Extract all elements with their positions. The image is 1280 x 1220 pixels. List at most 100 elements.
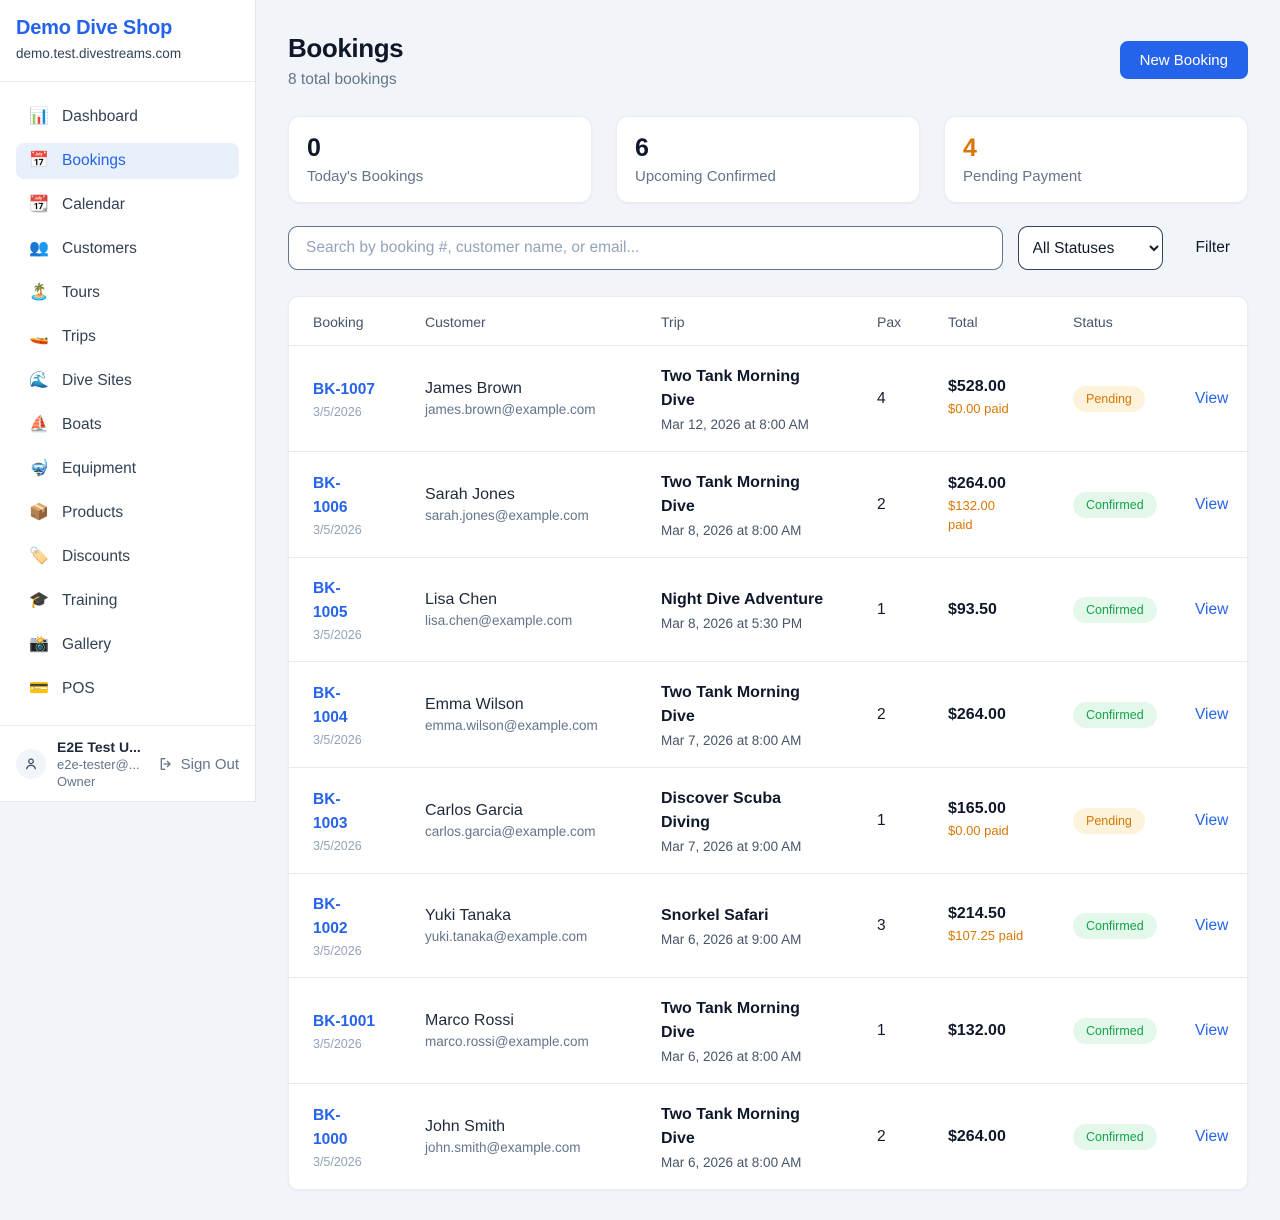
user-icon [23, 756, 39, 772]
trip-cell: Two Tank Morning Dive Mar 6, 2026 at 8:0… [661, 1103, 877, 1170]
booking-id-link[interactable]: BK- 1003 [313, 791, 347, 832]
status-badge: Confirmed [1073, 913, 1157, 939]
booking-id-link[interactable]: BK-1007 [313, 381, 375, 398]
diving-mask-icon: 🤿 [29, 461, 49, 477]
actions-cell: View [1195, 706, 1228, 724]
page-header: Bookings 8 total bookings New Booking [288, 33, 1248, 89]
table-header-row: Booking Customer Trip Pax Total Status [289, 297, 1247, 345]
booking-id-link[interactable]: BK-1001 [313, 1013, 375, 1030]
user-role: Owner [57, 774, 147, 789]
booking-cell: BK- 1006 3/5/2026 [313, 472, 425, 537]
view-link[interactable]: View [1195, 706, 1228, 723]
sidebar-nav: 📊 Dashboard 📅 Bookings 📆 Calendar 👥 Cust… [0, 82, 255, 725]
trip-name: Two Tank Morning Dive [661, 471, 877, 519]
stat-label: Upcoming Confirmed [635, 168, 901, 185]
stats-cards: 0 Today's Bookings 6 Upcoming Confirmed … [288, 116, 1248, 203]
sign-out-button[interactable]: Sign Out [158, 756, 239, 773]
paid-amount: $132.00 paid [948, 497, 1040, 535]
paid-amount: $107.25 paid [948, 927, 1040, 946]
sidebar-item-gallery[interactable]: 📸 Gallery [16, 627, 239, 663]
paid-amount: $0.00 paid [948, 400, 1040, 419]
sidebar-item-trips[interactable]: 🚤 Trips [16, 319, 239, 355]
credit-card-icon: 💳 [29, 681, 49, 697]
booking-id-link[interactable]: BK- 1006 [313, 475, 347, 516]
sidebar-footer: E2E Test U... e2e-tester@... Owner Sign … [0, 725, 255, 803]
column-header-booking: Booking [313, 314, 425, 330]
trip-name: Two Tank Morning Dive [661, 997, 877, 1045]
sidebar-item-boats[interactable]: ⛵ Boats [16, 407, 239, 443]
total-amount: $528.00 [948, 378, 1063, 396]
sidebar-item-dive-sites[interactable]: 🌊 Dive Sites [16, 363, 239, 399]
booking-cell: BK-1001 3/5/2026 [313, 1010, 425, 1051]
filter-bar: All Statuses Filter [288, 226, 1248, 270]
search-input[interactable] [288, 226, 1003, 270]
avatar [16, 749, 46, 779]
status-cell: Confirmed [1073, 1124, 1195, 1150]
booking-id-link[interactable]: BK- 1004 [313, 685, 347, 726]
status-filter-select[interactable]: All Statuses [1018, 226, 1163, 270]
table-row: BK- 1004 3/5/2026 Emma Wilson emma.wilso… [289, 661, 1247, 767]
total-amount: $214.50 [948, 905, 1063, 923]
booking-id-link[interactable]: BK- 1005 [313, 580, 347, 621]
view-link[interactable]: View [1195, 1128, 1228, 1145]
customer-email: james.brown@example.com [425, 402, 661, 417]
bar-chart-icon: 📊 [29, 109, 49, 125]
sidebar-item-equipment[interactable]: 🤿 Equipment [16, 451, 239, 487]
customer-cell: Emma Wilson emma.wilson@example.com [425, 696, 661, 733]
sidebar-item-products[interactable]: 📦 Products [16, 495, 239, 531]
column-header-total: Total [948, 314, 1073, 330]
view-link[interactable]: View [1195, 917, 1228, 934]
customer-cell: Lisa Chen lisa.chen@example.com [425, 591, 661, 628]
table-body: BK-1007 3/5/2026 James Brown james.brown… [289, 345, 1247, 1189]
total-amount: $93.50 [948, 601, 1063, 619]
total-cell: $264.00 [948, 1128, 1073, 1146]
customer-cell: Carlos Garcia carlos.garcia@example.com [425, 802, 661, 839]
customer-email: john.smith@example.com [425, 1140, 661, 1155]
user-name: E2E Test U... [57, 739, 147, 755]
sidebar-item-pos[interactable]: 💳 POS [16, 671, 239, 707]
view-link[interactable]: View [1195, 390, 1228, 407]
sidebar-item-calendar[interactable]: 📆 Calendar [16, 187, 239, 223]
sidebar-item-label: Tours [62, 284, 100, 302]
status-cell: Pending [1073, 808, 1195, 834]
sidebar-item-label: Boats [62, 416, 102, 434]
total-cell: $165.00 $0.00 paid [948, 800, 1073, 841]
booking-cell: BK-1007 3/5/2026 [313, 378, 425, 419]
stat-card-todays-bookings: 0 Today's Bookings [288, 116, 592, 203]
booking-id-link[interactable]: BK- 1002 [313, 896, 347, 937]
view-link[interactable]: View [1195, 1022, 1228, 1039]
actions-cell: View [1195, 496, 1228, 514]
wave-icon: 🌊 [29, 373, 49, 389]
booking-id-link[interactable]: BK- 1000 [313, 1107, 347, 1148]
total-amount: $264.00 [948, 1128, 1063, 1146]
logout-icon [158, 756, 174, 772]
trip-datetime: Mar 7, 2026 at 8:00 AM [661, 733, 877, 748]
booking-date: 3/5/2026 [313, 523, 425, 537]
actions-cell: View [1195, 917, 1228, 935]
view-link[interactable]: View [1195, 812, 1228, 829]
new-booking-button[interactable]: New Booking [1120, 41, 1248, 79]
customer-name: Carlos Garcia [425, 802, 661, 820]
trip-datetime: Mar 6, 2026 at 8:00 AM [661, 1049, 877, 1064]
sidebar-item-label: POS [62, 680, 95, 698]
brand-name: Demo Dive Shop [16, 17, 239, 40]
table-row: BK- 1000 3/5/2026 John Smith john.smith@… [289, 1083, 1247, 1189]
customer-cell: Sarah Jones sarah.jones@example.com [425, 486, 661, 523]
pax-count: 1 [877, 601, 948, 619]
status-badge: Confirmed [1073, 1124, 1157, 1150]
sidebar-item-dashboard[interactable]: 📊 Dashboard [16, 99, 239, 135]
sidebar-item-discounts[interactable]: 🏷️ Discounts [16, 539, 239, 575]
sidebar-item-bookings[interactable]: 📅 Bookings [16, 143, 239, 179]
view-link[interactable]: View [1195, 496, 1228, 513]
booking-date: 3/5/2026 [313, 1037, 425, 1051]
actions-cell: View [1195, 601, 1228, 619]
trip-datetime: Mar 8, 2026 at 5:30 PM [661, 616, 877, 631]
column-header-customer: Customer [425, 314, 661, 330]
sidebar-item-customers[interactable]: 👥 Customers [16, 231, 239, 267]
customer-cell: Marco Rossi marco.rossi@example.com [425, 1012, 661, 1049]
view-link[interactable]: View [1195, 601, 1228, 618]
booking-date: 3/5/2026 [313, 628, 425, 642]
sidebar-item-training[interactable]: 🎓 Training [16, 583, 239, 619]
filter-button[interactable]: Filter [1178, 239, 1248, 257]
sidebar-item-tours[interactable]: 🏝️ Tours [16, 275, 239, 311]
